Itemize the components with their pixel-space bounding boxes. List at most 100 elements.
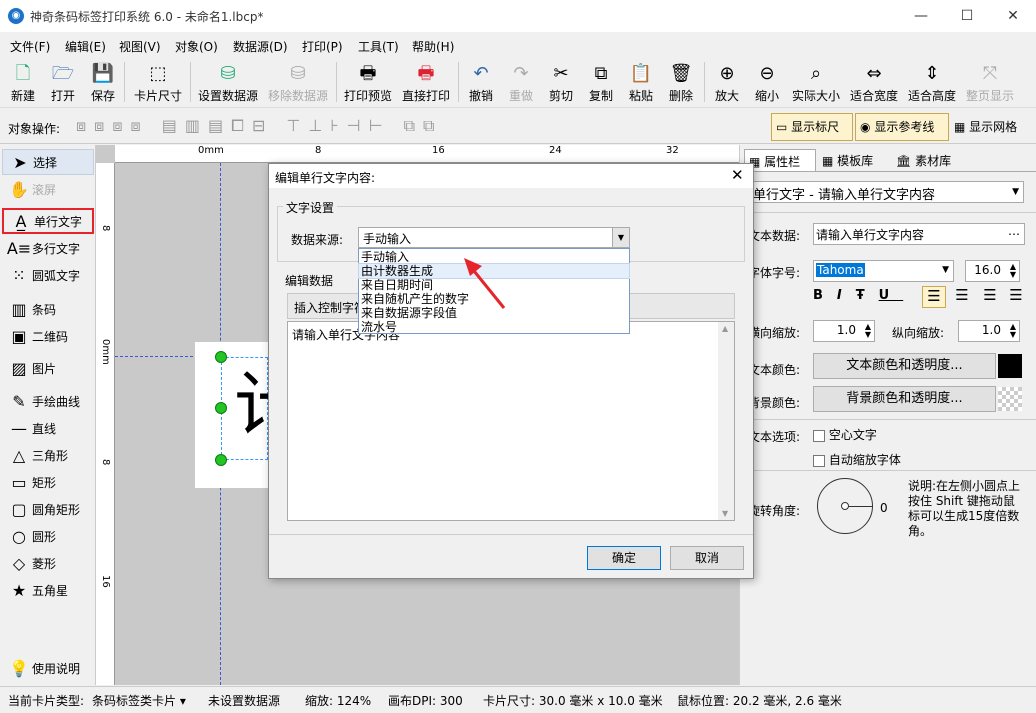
- vertical-scale-input[interactable]: 1.0 ▲ ▼: [958, 320, 1020, 342]
- direct-print-button[interactable]: 🖶 直接打印: [400, 58, 452, 108]
- barcode-icon: ▥: [11, 299, 27, 319]
- delete-button[interactable]: 🗑 删除: [666, 58, 696, 108]
- tool-arc-text[interactable]: ⁙ 圆弧文字: [2, 262, 94, 288]
- set-datasource-button[interactable]: ⛁ 设置数据源: [196, 58, 260, 108]
- show-guides-toggle[interactable]: ◉ 显示参考线: [855, 113, 949, 141]
- text-color-button[interactable]: 文本颜色和透明度...: [813, 353, 996, 379]
- hand-icon: ✋: [9, 179, 29, 199]
- menu-edit[interactable]: 编辑(E): [65, 38, 106, 55]
- tool-barcode[interactable]: ▥ 条码: [2, 296, 94, 322]
- redo-button[interactable]: ↷ 重做: [506, 58, 536, 108]
- tool-diamond[interactable]: ◇ 菱形: [2, 550, 94, 576]
- print-preview-button[interactable]: 🖶 打印预览: [342, 58, 394, 108]
- text-style-buttons[interactable]: BIŦU: [813, 288, 903, 303]
- fit-width-button[interactable]: ⇔ 适合宽度: [848, 58, 900, 108]
- tool-line[interactable]: — 直线: [2, 415, 94, 441]
- ok-button[interactable]: 确定: [587, 546, 661, 570]
- align-justify-button[interactable]: ☰: [1004, 286, 1028, 308]
- redo-icon: ↷: [513, 63, 529, 84]
- resize-handle[interactable]: [215, 351, 227, 363]
- object-toolbar: 对象操作: ⧈⧈⧈⧈ ▤▥▤⧠⊟ ⊤⊥⊦⊣⊢ ⧉⧉ ▭ 显示标尺 ◉ 显示参考线…: [0, 110, 1036, 144]
- background-color-swatch[interactable]: [998, 387, 1022, 411]
- text-content-area[interactable]: 请输入单行文字内容 ▲ ▼: [287, 321, 735, 521]
- paste-button[interactable]: 📋 粘贴: [626, 58, 656, 108]
- tool-select[interactable]: ➤ 选择: [2, 149, 94, 175]
- actual-size-button[interactable]: ⌕ 实际大小: [790, 58, 842, 108]
- title-bar: ◉ 神奇条码标签打印系统 6.0 - 未命名1.lbcp* — ☐ ✕: [0, 0, 1036, 32]
- tool-star[interactable]: ★ 五角星: [2, 577, 94, 603]
- tab-properties[interactable]: ▦ 属性栏: [744, 149, 816, 171]
- menu-help[interactable]: 帮助(H): [412, 38, 454, 55]
- help-button[interactable]: 💡 使用说明: [2, 655, 94, 681]
- tool-qrcode[interactable]: ▣ 二维码: [2, 323, 94, 349]
- resize-handle[interactable]: [215, 402, 227, 414]
- tool-rounded-rectangle[interactable]: ▢ 圆角矩形: [2, 496, 94, 522]
- tool-scroll[interactable]: ✋ 滚屏: [2, 176, 94, 202]
- menu-datasource[interactable]: 数据源(D): [233, 38, 288, 55]
- tool-freehand[interactable]: ✎ 手绘曲线: [2, 388, 94, 414]
- background-color-button[interactable]: 背景颜色和透明度...: [813, 386, 996, 412]
- tab-templates[interactable]: ▦ 模板库: [818, 149, 892, 171]
- dropdown-option[interactable]: 流水号: [359, 320, 629, 334]
- undo-button[interactable]: ↶ 撤销: [466, 58, 496, 108]
- data-source-select[interactable]: 手动输入 ▼: [358, 227, 630, 248]
- rotation-value: 0: [880, 501, 888, 515]
- dialog-close-button[interactable]: ✕: [731, 166, 744, 184]
- font-select[interactable]: Tahoma ▼: [813, 260, 954, 282]
- minimize-button[interactable]: —: [898, 0, 944, 32]
- copy-button[interactable]: ⧉ 复制: [586, 58, 616, 108]
- font-size-input[interactable]: 16.0 ▲ ▼: [965, 260, 1020, 282]
- tool-triangle[interactable]: △ 三角形: [2, 442, 94, 468]
- cut-button[interactable]: ✂ 剪切: [546, 58, 576, 108]
- zoom-in-button[interactable]: ⊕ 放大: [712, 58, 742, 108]
- tool-single-line-text[interactable]: A̲ 单行文字: [2, 208, 94, 234]
- menu-object[interactable]: 对象(O): [175, 38, 218, 55]
- align-left-button[interactable]: ☰: [922, 286, 946, 308]
- tool-multi-line-text[interactable]: A≡ 多行文字: [2, 235, 94, 261]
- menu-file[interactable]: 文件(F): [10, 38, 50, 55]
- fit-height-button[interactable]: ⇕ 适合高度: [906, 58, 958, 108]
- menu-print[interactable]: 打印(P): [302, 38, 343, 55]
- card-size-button[interactable]: ⬚ 卡片尺寸: [132, 58, 184, 108]
- scrollbar[interactable]: ▲ ▼: [718, 322, 734, 520]
- main-toolbar: 🗋 新建 🗁 打开 💾 保存 ⬚ 卡片尺寸 ⛁ 设置数据源 ⛁ 移除数据源 🖶 打印预览 🖶 直…: [0, 58, 1036, 108]
- text-data-input[interactable]: 请输入单行文字内容…: [813, 223, 1025, 245]
- autoshrink-checkbox[interactable]: 自动缩放字体: [813, 451, 901, 468]
- align-center-button[interactable]: ☰: [950, 286, 974, 308]
- pen-icon: ✎: [12, 391, 26, 411]
- more-icon: …: [1008, 224, 1020, 238]
- selected-text-object[interactable]: 计: [221, 357, 304, 460]
- menu-view[interactable]: 视图(V): [119, 38, 161, 55]
- ruler-icon: ▭: [776, 120, 788, 134]
- align-right-button[interactable]: ☰: [978, 286, 1002, 308]
- rotation-dial[interactable]: [817, 478, 873, 534]
- full-page-button[interactable]: ⤧ 整页显示: [964, 58, 1016, 108]
- close-button[interactable]: ✕: [990, 0, 1036, 32]
- menu-tools[interactable]: 工具(T): [358, 38, 399, 55]
- horizontal-scale-input[interactable]: 1.0 ▲ ▼: [813, 320, 875, 342]
- object-select[interactable]: 单行文字 - 请输入单行文字内容 ▼: [748, 181, 1024, 203]
- hollow-text-checkbox[interactable]: 空心文字: [813, 426, 877, 443]
- show-ruler-toggle[interactable]: ▭ 显示标尺: [771, 113, 853, 141]
- open-button[interactable]: 🗁 打开: [48, 58, 78, 108]
- tab-assets[interactable]: 🏛 素材库: [892, 149, 962, 171]
- new-button[interactable]: 🗋 新建: [8, 58, 38, 108]
- print-preview-icon: 🖶: [359, 63, 377, 84]
- cancel-button[interactable]: 取消: [670, 546, 744, 570]
- zoom-out-button[interactable]: ⊖ 缩小: [752, 58, 782, 108]
- tool-image[interactable]: ▨ 图片: [2, 355, 94, 381]
- multiline-text-icon: A≡: [6, 238, 32, 258]
- tool-circle[interactable]: ○ 圆形: [2, 523, 94, 549]
- save-button[interactable]: 💾 保存: [88, 58, 118, 108]
- dialog-title-bar: 编辑单行文字内容: ✕: [269, 164, 753, 188]
- maximize-button[interactable]: ☐: [944, 0, 990, 32]
- resize-handle[interactable]: [215, 454, 227, 466]
- tool-rectangle[interactable]: ▭ 矩形: [2, 469, 94, 495]
- fit-height-icon: ⇕: [924, 63, 940, 84]
- insert-control-char-button[interactable]: 插入控制字符: [294, 299, 366, 316]
- text-color-swatch[interactable]: [998, 354, 1022, 378]
- remove-datasource-button[interactable]: ⛁ 移除数据源: [266, 58, 330, 108]
- copy-icon: ⧉: [594, 63, 608, 84]
- show-grid-toggle[interactable]: ▦ 显示网格: [954, 114, 1017, 140]
- card-type-dropdown[interactable]: 条码标签类卡片 ▾: [92, 692, 186, 709]
